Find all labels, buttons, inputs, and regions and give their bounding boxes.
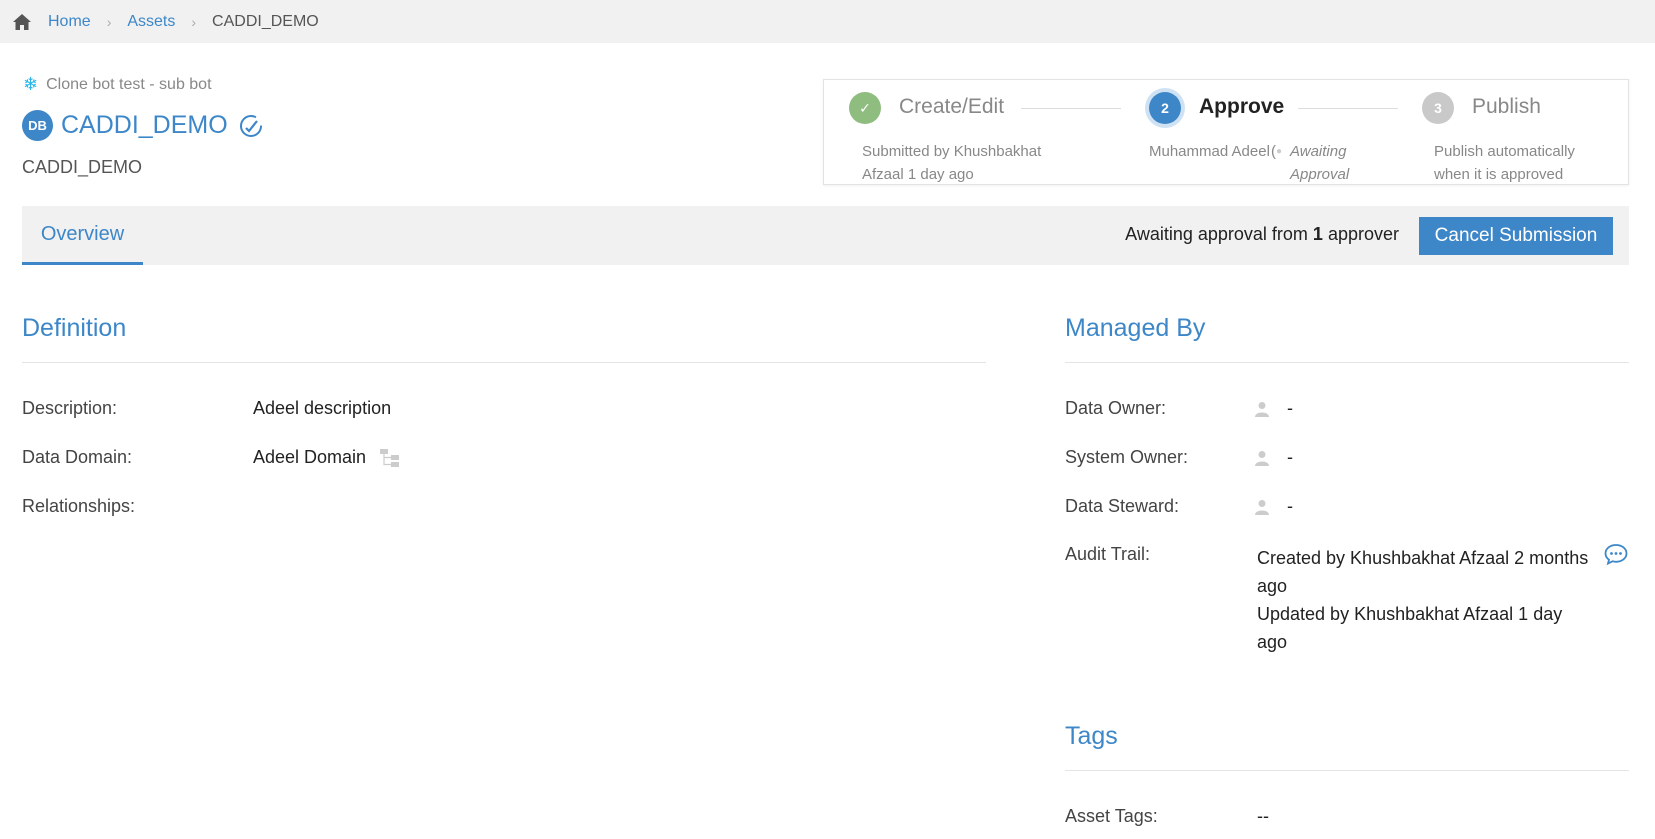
step-description: Muhammad Adeel ( ● Awaiting Approval: [1149, 140, 1369, 186]
cancel-submission-button[interactable]: Cancel Submission: [1419, 217, 1613, 255]
data-domain-value: Adeel Domain: [253, 447, 401, 468]
asset-tags-value: --: [1257, 806, 1269, 826]
asset-source: ❄ Clone bot test - sub bot: [23, 74, 212, 95]
audit-created: Created by Khushbakhat Afzaal 2 months a…: [1257, 548, 1589, 596]
page-title: CADDI_DEMO: [61, 111, 228, 139]
approver-count: 1: [1312, 224, 1323, 244]
approver-name[interactable]: Muhammad Adeel: [1149, 140, 1271, 186]
person-icon: [1255, 500, 1269, 515]
hierarchy-icon[interactable]: [379, 448, 401, 468]
approval-status: Awaiting Approval: [1290, 143, 1350, 183]
workflow-stepper: ✓ Create/Edit Submitted by Khushbakhat A…: [823, 79, 1629, 185]
approval-status-text: Awaiting approval from 1 approver: [1125, 224, 1399, 245]
step-connector: [1298, 108, 1398, 109]
relationships-label: Relationships:: [22, 496, 136, 516]
managed-by-heading: Managed By: [1065, 314, 1206, 342]
data-owner-label: Data Owner:: [1065, 398, 1167, 418]
asset-subtitle: CADDI_DEMO: [22, 157, 143, 177]
section-divider: [1065, 362, 1629, 363]
db-type-badge: DB: [22, 110, 53, 141]
section-divider: [1065, 770, 1629, 771]
breadcrumb-home-link[interactable]: Home: [48, 13, 91, 31]
breadcrumb-separator: ›: [106, 13, 112, 30]
data-owner-value: -: [1287, 398, 1293, 418]
asset-source-label: Clone bot test - sub bot: [46, 75, 212, 93]
status-dot-icon: ●: [1276, 146, 1283, 157]
description-value: Adeel description: [253, 398, 392, 418]
tags-heading: Tags: [1065, 722, 1118, 750]
data-domain-label: Data Domain:: [22, 447, 133, 467]
section-divider: [22, 362, 986, 363]
tab-bar: Overview Awaiting approval from 1 approv…: [22, 206, 1629, 265]
asset-title-row: DB CADDI_DEMO: [22, 110, 264, 141]
audit-updated: Updated by Khushbakhat Afzaal 1 day ago: [1257, 604, 1563, 652]
asset-tags-label: Asset Tags:: [1065, 806, 1158, 826]
approval-prefix: Awaiting approval from: [1125, 224, 1308, 244]
data-domain-link[interactable]: Adeel Domain: [253, 447, 366, 467]
step-label: Publish: [1472, 95, 1541, 118]
breadcrumb-assets-link[interactable]: Assets: [127, 13, 175, 31]
description-label: Description:: [22, 398, 118, 418]
system-owner-value: -: [1287, 447, 1293, 467]
approval-suffix: approver: [1327, 224, 1399, 244]
step-description: Submitted by Khushbakhat Afzaal 1 day ag…: [862, 143, 1042, 183]
definition-heading: Definition: [22, 314, 127, 342]
step-label: Create/Edit: [899, 95, 1005, 118]
tab-overview[interactable]: Overview: [22, 206, 143, 265]
breadcrumb-separator: ›: [191, 13, 197, 30]
snowflake-icon: ❄: [23, 74, 39, 94]
step-description: Publish automatically when it is approve…: [1434, 143, 1575, 183]
audit-trail-label: Audit Trail:: [1065, 544, 1151, 564]
step-label: Approve: [1199, 95, 1285, 118]
person-icon: [1255, 402, 1269, 417]
comment-icon[interactable]: [1604, 543, 1628, 565]
breadcrumb-current: CADDI_DEMO: [212, 12, 319, 30]
home-icon[interactable]: [12, 12, 32, 32]
audit-trail-value: Created by Khushbakhat Afzaal 2 months a…: [1257, 544, 1602, 656]
certify-icon[interactable]: [238, 113, 264, 139]
step-number: 2: [1149, 92, 1181, 124]
system-owner-label: System Owner:: [1065, 447, 1189, 467]
breadcrumb: Home › Assets › CADDI_DEMO: [0, 0, 1655, 43]
step-number: 3: [1422, 92, 1454, 124]
data-steward-value: -: [1287, 496, 1293, 516]
data-steward-label: Data Steward:: [1065, 496, 1180, 516]
check-icon: ✓: [849, 92, 881, 124]
step-connector: [1021, 108, 1121, 109]
person-icon: [1255, 451, 1269, 466]
